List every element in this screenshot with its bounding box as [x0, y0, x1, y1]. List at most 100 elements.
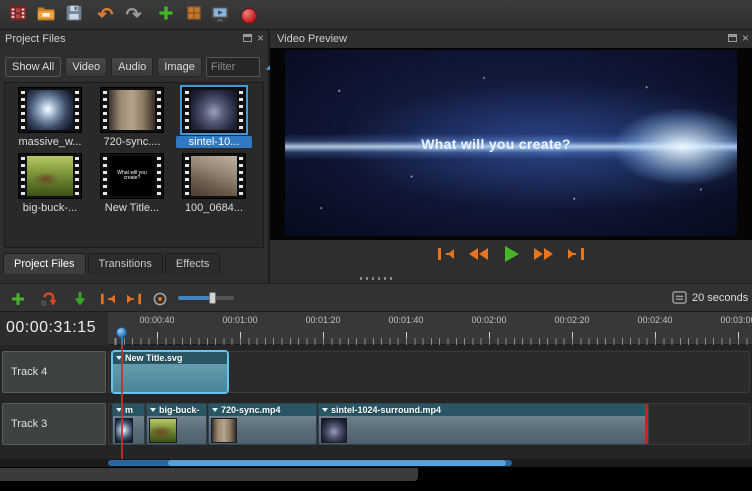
zoom-scale-icon	[672, 291, 687, 309]
playhead-stem	[121, 337, 123, 345]
clip-big-buck[interactable]: big-buck-	[146, 403, 207, 445]
chevron-down-icon[interactable]	[322, 408, 328, 412]
jump-end-button[interactable]	[566, 243, 586, 265]
clip-header: big-buck-	[147, 404, 206, 416]
timeline-scrollbar-highlight	[168, 460, 506, 466]
file-item-bigbuck[interactable]: big-buck-...	[11, 153, 89, 214]
save-project-icon	[63, 2, 85, 29]
video-overlay-text: What will you create?	[285, 136, 707, 152]
ruler-label: 00:01:00	[215, 315, 265, 325]
center-playhead-button[interactable]	[148, 287, 172, 311]
clip-sintel[interactable]: sintel-1024-surround.mp4	[318, 403, 649, 445]
clip-header: 720-sync.mp4	[209, 404, 316, 416]
choose-profile-icon	[184, 3, 204, 28]
file-item-720sync[interactable]: 720-sync....	[93, 87, 171, 148]
undo-button[interactable]: ↶	[93, 3, 118, 28]
redo-icon: ↷	[126, 6, 142, 25]
undo-icon: ↶	[98, 6, 114, 25]
next-marker-icon	[125, 292, 143, 306]
fullscreen-button[interactable]	[207, 3, 232, 28]
video-thumbnail	[18, 87, 82, 133]
openshot-window: ↶ ↷ Project Files × Show Al	[0, 0, 752, 491]
clip-label: sintel-1024-surround.mp4	[331, 405, 441, 415]
file-item-sintel[interactable]: sintel-10...	[175, 87, 253, 148]
clip-header: sintel-1024-surround.mp4	[319, 404, 648, 416]
clip-label: big-buck-	[159, 405, 200, 415]
file-item-100-0684[interactable]: 100_0684...	[175, 153, 253, 214]
video-frame: What will you create?	[285, 50, 737, 236]
float-panel-icon[interactable]	[243, 34, 252, 42]
ruler-label: 00:01:40	[381, 315, 431, 325]
filter-image-button[interactable]: Image	[157, 57, 202, 77]
timecode-box: 00:00:31:15	[0, 312, 108, 345]
clip-label: New Title.svg	[125, 353, 182, 363]
chevron-down-icon[interactable]	[212, 408, 218, 412]
timeline-zoom-slider[interactable]	[178, 296, 234, 300]
zoom-scale-label: 20 seconds	[692, 292, 748, 304]
previous-marker-button[interactable]	[96, 287, 120, 311]
file-label: big-buck-...	[12, 202, 88, 214]
redo-button[interactable]: ↷	[121, 3, 146, 28]
ruler-label: 00:00:40	[132, 315, 182, 325]
file-item-massive[interactable]: massive_w...	[11, 87, 89, 148]
snapping-toggle[interactable]	[36, 287, 60, 311]
playback-controls	[270, 243, 752, 265]
previous-marker-icon	[99, 292, 117, 306]
file-label: massive_w...	[12, 136, 88, 148]
filter-audio-button[interactable]: Audio	[111, 57, 153, 77]
tab-effects[interactable]: Effects	[165, 253, 220, 274]
fast-forward-button[interactable]	[532, 243, 554, 265]
center-playhead-icon	[151, 290, 169, 308]
new-project-icon	[7, 2, 29, 29]
close-panel-icon[interactable]: ×	[742, 34, 749, 42]
clip-massive[interactable]: m	[112, 403, 145, 445]
clip-header: m	[113, 404, 144, 416]
chevron-down-icon[interactable]	[150, 408, 156, 412]
add-marker-button[interactable]	[68, 287, 92, 311]
filter-show-all-button[interactable]: Show All	[5, 57, 61, 77]
timeline-ruler[interactable]: 00:00:40 00:01:00 00:01:20 00:01:40 00:0…	[0, 312, 752, 345]
file-label: 720-sync....	[94, 136, 170, 148]
filter-input[interactable]	[206, 57, 260, 77]
project-files-panel-title: Project Files	[5, 33, 66, 45]
next-marker-button[interactable]	[122, 287, 146, 311]
current-time-display: 00:00:31:15	[6, 319, 96, 337]
file-item-newtitle[interactable]: What will you create? New Title...	[93, 153, 171, 214]
import-files-button[interactable]	[153, 3, 178, 28]
clip-new-title[interactable]: New Title.svg	[112, 351, 228, 393]
rewind-icon	[468, 246, 490, 262]
clip-thumbnail	[115, 418, 133, 443]
filter-video-button[interactable]: Video	[65, 57, 107, 77]
new-project-button[interactable]	[5, 3, 30, 28]
timeline-tracks-area: Track 4 Track 3 New Title.svg m big-b	[0, 345, 752, 459]
snapping-icon	[38, 289, 58, 309]
playhead-line	[121, 345, 123, 459]
clip-header: New Title.svg	[113, 352, 227, 364]
tab-project-files[interactable]: Project Files	[3, 253, 86, 274]
play-button[interactable]	[502, 243, 520, 265]
status-bar	[0, 468, 418, 481]
open-project-button[interactable]	[33, 3, 58, 28]
rewind-button[interactable]	[468, 243, 490, 265]
splitter-handle[interactable]	[360, 277, 392, 280]
clip-720-sync[interactable]: 720-sync.mp4	[208, 403, 317, 445]
add-track-button[interactable]	[6, 287, 30, 311]
export-video-icon	[241, 8, 257, 24]
track-name: Track 3	[11, 418, 47, 430]
close-panel-icon[interactable]: ×	[257, 34, 264, 42]
file-filter-row: Show All Video Audio Image	[5, 55, 282, 78]
choose-profile-button[interactable]	[181, 3, 206, 28]
tab-transitions[interactable]: Transitions	[88, 253, 163, 274]
track-4-label[interactable]: Track 4	[2, 351, 106, 393]
float-panel-icon[interactable]	[728, 34, 737, 42]
jump-start-button[interactable]	[436, 243, 456, 265]
title-thumbnail: What will you create?	[100, 153, 164, 199]
timeline-scrollbar-thumb[interactable]	[108, 460, 512, 466]
export-video-button[interactable]	[236, 3, 261, 28]
ruler-label: 00:01:20	[298, 315, 348, 325]
zoom-slider-fill	[178, 296, 212, 300]
track-3-label[interactable]: Track 3	[2, 403, 106, 445]
zoom-slider-handle[interactable]	[209, 292, 216, 304]
save-project-button[interactable]	[61, 3, 86, 28]
timeline-scrollbar-track[interactable]	[0, 459, 752, 467]
